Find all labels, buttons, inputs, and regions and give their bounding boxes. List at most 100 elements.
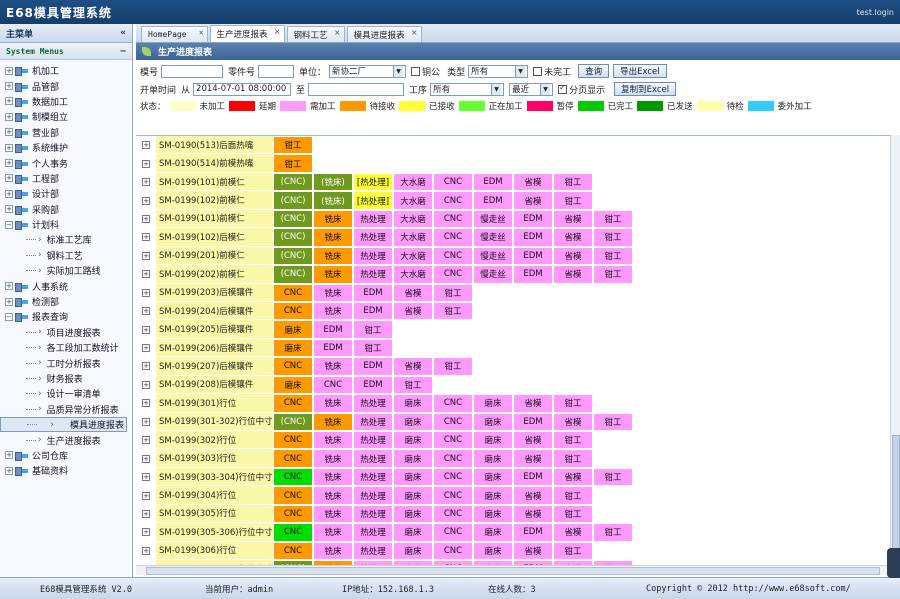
row-expander[interactable]: + — [136, 413, 156, 431]
process-cell[interactable]: 钳工 — [273, 136, 313, 155]
process-cell[interactable]: 铣床 — [313, 265, 353, 284]
process-cell[interactable]: 热处理 — [353, 412, 393, 431]
plus-icon[interactable]: + — [142, 270, 150, 279]
process-cell[interactable]: 省模 — [553, 467, 593, 487]
process-cell[interactable]: EDM — [513, 467, 553, 487]
process-cell[interactable]: 铣床 — [313, 541, 353, 561]
vertical-scrollbar[interactable] — [890, 135, 900, 565]
unfinished-checkbox[interactable] — [533, 66, 543, 76]
tab[interactable]: 模具进度报表 × — [346, 26, 422, 42]
process-cell[interactable]: 磨床 — [273, 375, 313, 395]
plus-icon[interactable]: + — [142, 509, 150, 518]
process-cell[interactable]: 钳工 — [593, 265, 633, 284]
process-cell[interactable]: EDM — [353, 283, 393, 302]
process-cell[interactable]: EDM — [353, 301, 393, 321]
process-cell[interactable]: 慢走丝 — [473, 246, 513, 266]
process-cell[interactable]: 铣床 — [313, 504, 353, 524]
process-cell[interactable]: 钳工 — [393, 375, 433, 395]
process-cell[interactable]: 省模 — [513, 541, 553, 561]
close-icon[interactable]: × — [274, 27, 281, 36]
process-cell[interactable]: 慢走丝 — [473, 209, 513, 229]
row-expander[interactable]: + — [136, 431, 156, 449]
process-cell[interactable]: 钳工 — [353, 338, 393, 358]
process-cell[interactable]: 铣床 — [313, 301, 353, 321]
sidebar-subitem[interactable]: › 模具进度报表 — [0, 416, 127, 433]
sidebar-subitem[interactable]: › 财务报表 — [0, 371, 132, 386]
process-cell[interactable]: CNC — [433, 541, 473, 561]
process-cell[interactable]: 磨床 — [473, 394, 513, 413]
process-cell[interactable]: 磨床 — [393, 449, 433, 468]
process-cell[interactable]: 省模 — [553, 265, 593, 284]
process-cell[interactable]: EDM — [513, 209, 553, 229]
process-cell[interactable]: 热处理 — [353, 504, 393, 524]
process-cell[interactable]: 大水磨 — [393, 191, 433, 210]
process-cell[interactable]: CNC — [433, 246, 473, 266]
process-cell[interactable]: 钳工 — [433, 301, 473, 321]
process-cell[interactable]: 铣床 — [313, 523, 353, 542]
process-cell[interactable]: CNC — [273, 357, 313, 376]
close-icon[interactable]: × — [199, 28, 204, 37]
process-cell[interactable]: CNC — [273, 504, 313, 524]
process-cell[interactable]: 磨床 — [473, 467, 513, 487]
process-cell[interactable]: 大水磨 — [393, 209, 433, 229]
process-cell[interactable]: EDM — [513, 246, 553, 266]
expand-toggle-icon[interactable]: + — [5, 282, 13, 291]
process-cell[interactable]: 钳工 — [553, 431, 593, 450]
process-cell[interactable]: 磨床 — [473, 541, 513, 561]
process-cell[interactable]: CNC — [433, 172, 473, 192]
process-cell[interactable]: 磨床 — [393, 394, 433, 413]
process-cell[interactable]: 省模 — [513, 394, 553, 413]
table-row[interactable]: + SM-0199(101)前模仁 (CNC) 铣床 热处理 大水磨 CNC 慢走丝 EDM 省模… — [136, 209, 890, 229]
expand-toggle-icon[interactable]: + — [5, 112, 13, 121]
process-cell[interactable]: 铣床 — [313, 486, 353, 505]
table-row[interactable]: + SM-0199(102)前模仁 (CNC) (铣床) [热处理] 大水磨 CNC EDM 省… — [136, 191, 890, 210]
sidebar-item[interactable]: + 系统维护 — [0, 140, 132, 155]
plus-icon[interactable]: + — [142, 528, 150, 537]
process-cell[interactable]: CNC — [433, 191, 473, 210]
process-cell[interactable]: EDM — [313, 320, 353, 339]
process-cell[interactable]: 铣床 — [313, 357, 353, 376]
process-cell[interactable]: EDM — [473, 191, 513, 210]
sidebar-subitem[interactable]: › 钢料工艺 — [0, 248, 132, 263]
sidebar-subitem[interactable]: › 实际加工路线 — [0, 263, 132, 278]
process-cell[interactable]: (CNC) — [273, 246, 313, 266]
plus-icon[interactable]: + — [142, 233, 150, 242]
table-row[interactable]: + SM-0199(304)行位 CNC 铣床 热处理 磨床 CNC 磨床 省模 钳工 — [136, 486, 890, 505]
process-cell[interactable]: 钳工 — [593, 228, 633, 247]
process-cell[interactable]: 钳工 — [433, 283, 473, 302]
sidebar-item[interactable]: + 个人事务 — [0, 155, 132, 170]
process-cell[interactable]: 慢走丝 — [473, 265, 513, 284]
process-cell[interactable]: 磨床 — [393, 467, 433, 487]
expand-toggle-icon[interactable]: + — [5, 466, 13, 475]
collapse-icon[interactable]: « — [120, 28, 126, 38]
process-cell[interactable]: EDM — [513, 228, 553, 247]
process-cell[interactable]: 铣床 — [313, 467, 353, 487]
process-cell[interactable]: 钳工 — [553, 191, 593, 210]
process-cell[interactable]: 热处理 — [353, 209, 393, 229]
process-cell[interactable]: CNC — [433, 431, 473, 450]
process-cell[interactable]: 省模 — [393, 357, 433, 376]
system-menu-header[interactable]: System Menus − — [0, 43, 132, 60]
process-cell[interactable]: CNC — [273, 301, 313, 321]
process-cell[interactable]: 省模 — [393, 283, 433, 302]
process-cell[interactable]: (CNC) — [273, 172, 313, 192]
process-cell[interactable]: 磨床 — [473, 523, 513, 542]
expand-toggle-icon[interactable]: + — [5, 205, 13, 214]
scrollbar-thumb[interactable] — [892, 435, 900, 555]
process-cell[interactable]: CNC — [433, 228, 473, 247]
row-expander[interactable]: + — [136, 284, 156, 302]
expand-toggle-icon[interactable]: + — [5, 174, 13, 183]
plus-icon[interactable]: + — [142, 436, 150, 445]
process-cell[interactable]: 钳工 — [553, 394, 593, 413]
process-cell[interactable]: 磨床 — [473, 486, 513, 505]
table-row[interactable]: + SM-0199(102)后模仁 (CNC) 铣床 热处理 大水磨 CNC 慢走丝 EDM 省模… — [136, 228, 890, 247]
sidebar-subitem[interactable]: › 品质异常分析报表 — [0, 402, 132, 417]
process-cell[interactable]: 热处理 — [353, 246, 393, 266]
sidebar-item[interactable]: + 公司仓库 — [0, 448, 132, 463]
sidebar-subitem[interactable]: › 项目进度报表 — [0, 325, 132, 340]
expand-toggle-icon[interactable]: + — [5, 189, 13, 198]
process-cell[interactable]: CNC — [273, 283, 313, 302]
row-expander[interactable]: + — [136, 523, 156, 541]
table-row[interactable]: + SM-0199(204)后模镶件 CNC 铣床 EDM 省模 钳工 — [136, 301, 890, 321]
process-cell[interactable]: CNC — [433, 486, 473, 505]
